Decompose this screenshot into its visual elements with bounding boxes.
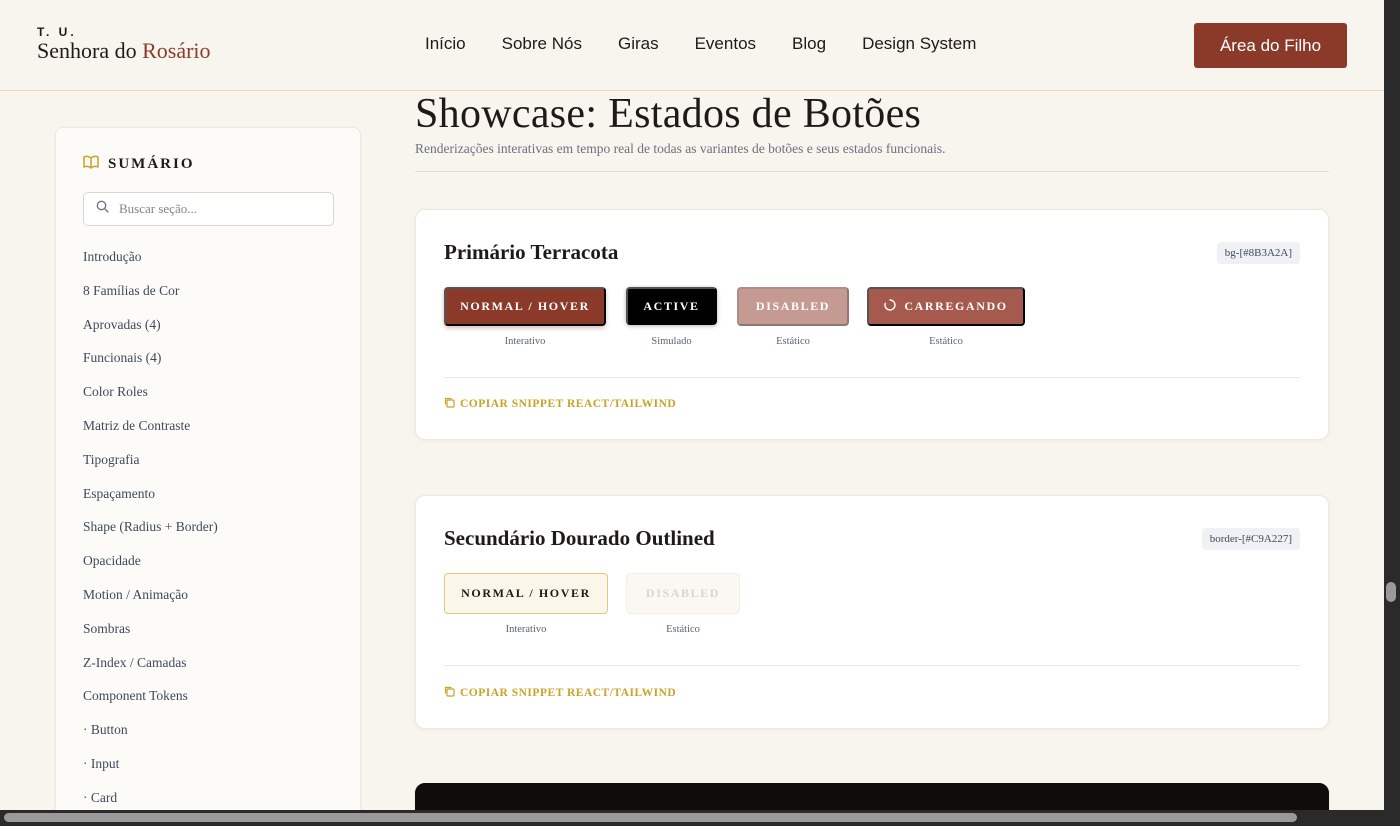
site-header: T. U. Senhora do Rosário Início Sobre Nó… — [0, 0, 1384, 91]
secondary-normal-button[interactable]: NORMAL / HOVER — [444, 573, 608, 614]
logo-main-text: Senhora do Rosário — [37, 39, 211, 63]
section-search — [83, 192, 334, 226]
site-logo[interactable]: T. U. Senhora do Rosário — [37, 25, 211, 63]
toc-title-text: SUMÁRIO — [108, 156, 195, 172]
copy-snippet-label: COPIAR SNIPPET REACT/TAILWIND — [460, 398, 677, 410]
toc-list: Introdução 8 Famílias de Cor Aprovadas (… — [83, 247, 218, 822]
button-caption: Interativo — [504, 336, 546, 347]
page-subtitle: Renderizações interativas em tempo real … — [415, 141, 946, 156]
primary-loading-button: CARREGANDO — [867, 287, 1025, 326]
toc-item[interactable]: Z-Index / Camadas — [83, 653, 218, 687]
toc-item[interactable]: Shape (Radius + Border) — [83, 517, 218, 551]
nav-link-design-system[interactable]: Design System — [862, 34, 976, 54]
vertical-scrollbar-thumb[interactable] — [1386, 582, 1396, 602]
copy-snippet-button[interactable]: COPIAR SNIPPET REACT/TAILWIND — [444, 686, 676, 700]
copy-icon — [444, 686, 455, 700]
nav-link-inicio[interactable]: Início — [425, 34, 466, 54]
nav-link-sobre-nos[interactable]: Sobre Nós — [502, 34, 582, 54]
toc-item[interactable]: · Input — [83, 754, 218, 788]
scrollbar-corner — [1384, 810, 1400, 826]
nav-link-eventos[interactable]: Eventos — [695, 34, 756, 54]
logo-accent-text: Rosário — [142, 38, 211, 63]
button-caption: Estático — [666, 624, 700, 635]
token-badge: bg-[#8B3A2A] — [1216, 242, 1300, 264]
token-badge: border-[#C9A227] — [1201, 528, 1300, 550]
nav-link-giras[interactable]: Giras — [618, 34, 659, 54]
toc-item[interactable]: Matriz de Contraste — [83, 416, 218, 450]
copy-snippet-label: COPIAR SNIPPET REACT/TAILWIND — [460, 687, 677, 699]
toc-item[interactable]: Color Roles — [83, 382, 218, 416]
toc-item[interactable]: 8 Famílias de Cor — [83, 281, 218, 315]
logo-main-prefix: Senhora do — [37, 38, 143, 63]
toc-item[interactable]: Component Tokens — [83, 686, 218, 720]
card-title: Secundário Dourado Outlined — [444, 526, 715, 550]
loading-label: CARREGANDO — [904, 299, 1008, 313]
title-divider — [415, 171, 1329, 172]
toc-title: SUMÁRIO — [83, 155, 195, 174]
vertical-scrollbar-track[interactable] — [1384, 0, 1400, 826]
nav-link-blog[interactable]: Blog — [792, 34, 826, 54]
horizontal-scrollbar-thumb[interactable] — [4, 813, 1297, 822]
toc-item[interactable]: Espaçamento — [83, 484, 218, 518]
secondary-button-card: Secundário Dourado Outlined border-[#C9A… — [415, 495, 1329, 729]
toc-item[interactable]: Aprovadas (4) — [83, 315, 218, 349]
page-title: Showcase: Estados de Botões — [415, 91, 922, 137]
card-divider — [444, 377, 1300, 378]
toc-item[interactable]: Introdução — [83, 247, 218, 281]
card-title: Primário Terracota — [444, 240, 619, 264]
card-divider — [444, 665, 1300, 666]
logo-small-text: T. U. — [37, 25, 77, 39]
main-nav: Início Sobre Nós Giras Eventos Blog Desi… — [425, 34, 1012, 54]
secondary-disabled-button: DISABLED — [626, 573, 740, 614]
button-caption: Simulado — [651, 336, 692, 347]
primary-disabled-button: DISABLED — [737, 287, 849, 326]
copy-snippet-button[interactable]: COPIAR SNIPPET REACT/TAILWIND — [444, 397, 676, 411]
toc-item[interactable]: Sombras — [83, 619, 218, 653]
primary-normal-button[interactable]: NORMAL / HOVER — [444, 287, 606, 326]
spinner-icon — [884, 298, 896, 315]
primary-button-card: Primário Terracota bg-[#8B3A2A] NORMAL /… — [415, 209, 1329, 440]
toc-item[interactable]: Funcionais (4) — [83, 348, 218, 382]
button-caption: Estático — [929, 336, 963, 347]
toc-item[interactable]: · Button — [83, 720, 218, 754]
copy-icon — [444, 397, 455, 411]
area-do-filho-button[interactable]: Área do Filho — [1194, 23, 1347, 68]
search-icon — [96, 200, 109, 218]
toc-item[interactable]: Tipografia — [83, 450, 218, 484]
button-caption: Interativo — [505, 624, 547, 635]
toc-item[interactable]: Motion / Animação — [83, 585, 218, 619]
section-search-input[interactable] — [119, 201, 319, 217]
toc-item[interactable]: Opacidade — [83, 551, 218, 585]
book-icon — [83, 155, 99, 174]
toc-sidebar: SUMÁRIO Introdução 8 Famílias de Cor Apr… — [55, 127, 361, 826]
button-caption: Estático — [776, 336, 810, 347]
primary-active-button[interactable]: ACTIVE — [626, 287, 717, 325]
